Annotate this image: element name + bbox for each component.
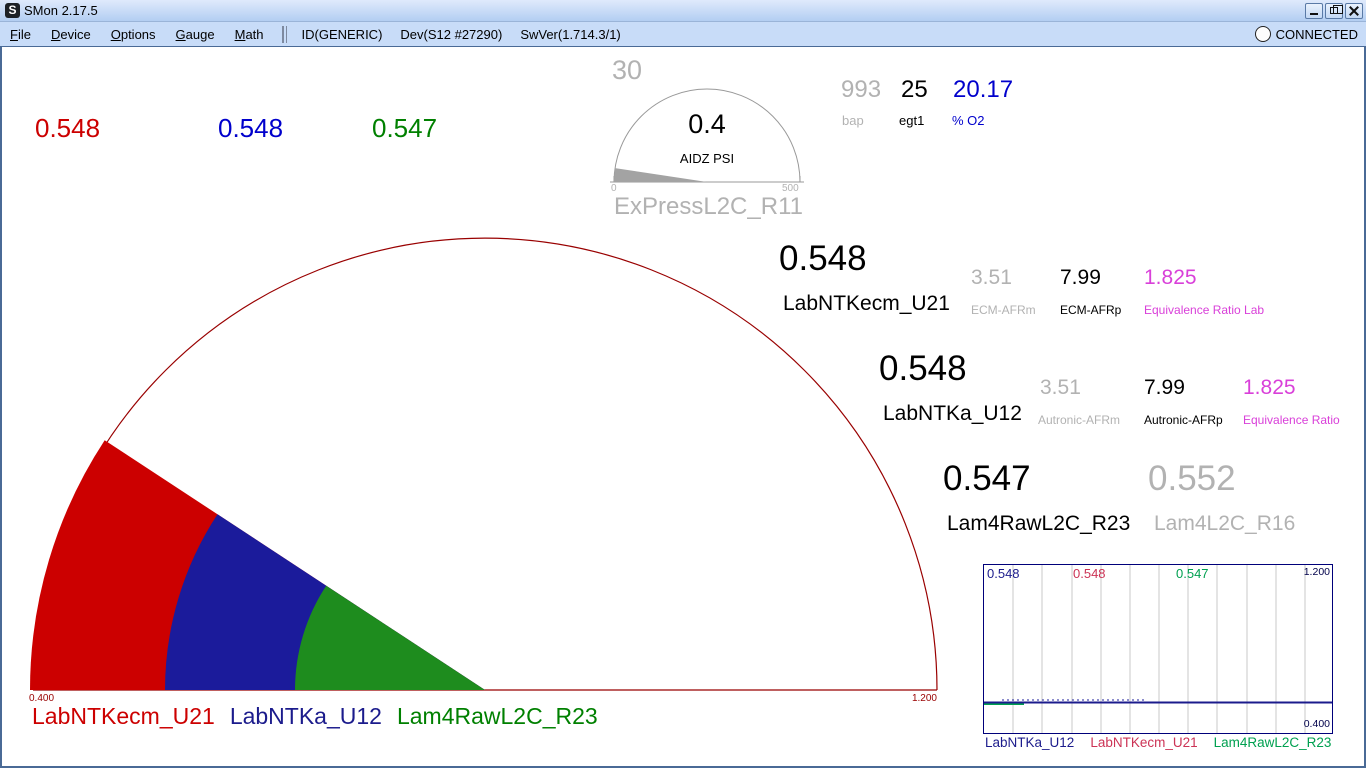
block3-value: 0.547 [943,459,1031,498]
restore-icon [1330,5,1343,14]
block2-sub2-value: 7.99 [1144,376,1185,399]
strip-value-lam4raw: 0.547 [1176,566,1209,581]
block1-sub2-label: ECM-AFRp [1060,303,1122,317]
block3-name: Lam4RawL2C_R23 [947,512,1131,535]
connection-indicator-icon [1254,26,1271,42]
block1-sub2-value: 7.99 [1060,266,1101,289]
status-device: Dev(S12 #27290) [400,26,503,42]
app-icon: S [5,3,20,18]
status-device-id: ID(GENERIC) [301,26,383,42]
block1-sub1-label: ECM-AFRm [971,303,1036,317]
menu-file[interactable]: File [0,24,41,45]
block2-sub3-label: Equivalence Ratio [1243,413,1340,427]
reading-labntka: 0.548 [218,113,284,143]
menu-math[interactable]: Math [225,24,274,45]
block3-alt-value: 0.552 [1148,459,1236,498]
aux-gauge-channel: ExPressL2C_R11 [614,193,803,220]
main-gauge-legend: LabNTKecm_U21 LabNTKa_U12 Lam4RawL2C_R23 [32,703,598,730]
aux-gauge-value: 0.4 [688,109,726,139]
close-button[interactable] [1345,2,1363,19]
aux-gauge-peak-value: 30 [612,55,643,85]
bap-value: 993 [841,76,882,103]
strip-value-labntka: 0.548 [987,566,1020,581]
legend-labntka: LabNTKa_U12 [229,703,382,729]
main-gauge-needle-lam4raw [295,585,485,690]
menu-options[interactable]: Options [101,24,166,45]
reading-lam4raw: 0.547 [372,113,438,143]
minimize-icon [1310,13,1318,15]
strip-legend-labntka: LabNTKa_U12 [985,735,1075,750]
strip-value-labntkecm: 0.548 [1073,566,1106,581]
minimize-button[interactable] [1305,2,1323,19]
title-bar: S SMon 2.17.5 [0,0,1366,22]
strip-chart-grid [1012,565,1306,733]
menu-separator [281,25,287,43]
strip-chart: 0.548 0.548 0.547 1.200 0.400 [983,564,1333,734]
app-window: S SMon 2.17.5 File Device Options Gauge … [0,0,1366,768]
block2-sub1-label: Autronic-AFRm [1038,413,1121,427]
block2-sub2-label: Autronic-AFRp [1144,413,1223,427]
status-swver: SwVer(1.714.3/1) [520,26,621,42]
legend-lam4raw: Lam4RawL2C_R23 [396,703,598,729]
block1-sub1-value: 3.51 [971,266,1012,289]
main-gauge-max: 1.200 [911,693,937,704]
reading-labntkecm: 0.548 [35,113,101,143]
strip-legend-labntkecm: LabNTKecm_U21 [1090,735,1198,750]
client-area: 0.548 0.548 0.547 30 0.4 AIDZ PSI 0 500 … [0,46,1366,768]
block3-alt-label: Lam4L2C_R16 [1154,512,1296,535]
strip-chart-canvas [984,565,1332,733]
block2-value: 0.548 [879,349,967,388]
block1-value: 0.548 [779,239,867,278]
o2-value: 20.17 [953,76,1014,103]
close-icon [1349,6,1359,16]
block1-sub3-value: 1.825 [1144,266,1197,289]
block1-name: LabNTKecm_U21 [783,292,950,315]
restore-button[interactable] [1325,2,1343,19]
strip-chart-ymin: 0.400 [1303,718,1330,730]
block2-sub1-value: 3.51 [1040,376,1081,399]
menu-bar: File Device Options Gauge Math ID(GENERI… [0,22,1366,46]
o2-label: % O2 [952,113,985,128]
block1-sub3-label: Equivalence Ratio Lab [1144,303,1265,317]
block2-sub3-value: 1.825 [1243,376,1296,399]
strip-chart-legend: LabNTKa_U12 LabNTKecm_U21 Lam4RawL2C_R23 [985,735,1331,750]
egt1-label: egt1 [899,113,925,128]
menu-device[interactable]: Device [41,24,101,45]
connection-status: CONNECTED [1275,26,1358,42]
window-title: SMon 2.17.5 [24,3,98,18]
strip-chart-ymax: 1.200 [1303,566,1330,578]
legend-labntkecm: LabNTKecm_U21 [32,703,215,729]
menu-gauge[interactable]: Gauge [166,24,225,45]
bap-label: bap [842,113,864,128]
block2-name: LabNTKa_U12 [883,402,1022,425]
strip-legend-lam4raw: Lam4RawL2C_R23 [1213,735,1332,750]
aux-gauge-label: AIDZ PSI [679,151,735,166]
egt1-value: 25 [901,76,928,103]
aux-gauge-needle [614,168,707,182]
